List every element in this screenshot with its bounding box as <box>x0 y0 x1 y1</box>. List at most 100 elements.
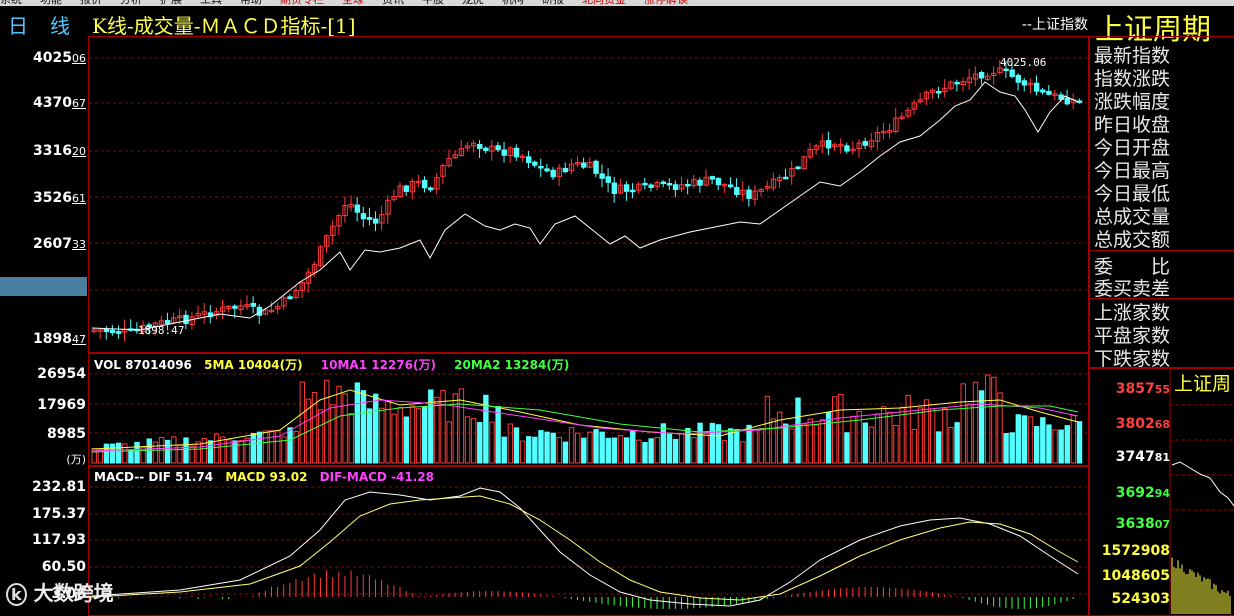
volume-bar <box>874 413 881 464</box>
candle-down <box>795 166 801 170</box>
volume-bar <box>532 436 538 464</box>
volume-bar <box>526 436 532 464</box>
volume-bar <box>972 381 979 464</box>
candle-down <box>599 173 605 179</box>
mini-price-line <box>1171 461 1234 507</box>
info-label: 今日开盘 <box>1094 137 1171 159</box>
candle-down <box>783 176 789 180</box>
price-moving-average-line <box>91 81 1079 331</box>
volume-bar <box>195 441 201 464</box>
candle-down <box>648 184 654 188</box>
volume-bar <box>256 431 263 464</box>
candle-down <box>373 218 379 224</box>
volume-bar <box>623 437 630 464</box>
volume-bar <box>434 396 440 464</box>
mini-price-label: 369294 <box>1115 485 1170 501</box>
volume-bar <box>1052 429 1058 464</box>
volume-bar <box>544 431 550 464</box>
volume-bar <box>960 383 966 464</box>
volume-bar <box>287 427 293 464</box>
volume-bar <box>501 436 507 464</box>
candle-down <box>672 184 679 191</box>
candle-down <box>495 145 501 151</box>
volume-bar <box>385 400 391 464</box>
volume-bar <box>893 425 899 464</box>
candle-down <box>532 161 538 166</box>
volume-bar <box>770 418 777 464</box>
volume-bar <box>734 429 740 464</box>
volume-bar <box>721 440 728 464</box>
volume-bar <box>513 427 520 464</box>
volume-bar <box>373 393 379 464</box>
candle-down <box>354 204 361 213</box>
mini-volume-label: 1572908 <box>1101 543 1170 559</box>
candle-down <box>501 149 507 156</box>
volume-bar <box>660 423 667 464</box>
volume-bar <box>317 409 324 464</box>
candle-down <box>825 140 832 149</box>
price-tick-label: 437067 <box>33 95 86 111</box>
candle-down <box>562 167 569 173</box>
vol-ma5: 5MA 10404(万) <box>204 358 303 372</box>
volume-bar <box>715 424 722 464</box>
volume-bar <box>1009 432 1015 464</box>
candle-down <box>1015 74 1022 83</box>
price-tick-label: 331620 <box>33 143 86 159</box>
candle-down <box>715 177 722 186</box>
volume-bar <box>844 432 850 464</box>
info-label: 委买卖差 <box>1094 278 1171 300</box>
volume-bar <box>929 408 936 464</box>
volume-bar <box>152 441 159 464</box>
volume-bar <box>360 390 367 464</box>
volume-bar <box>991 376 997 464</box>
vol-ma20: 20MA2 13284(万) <box>454 358 570 372</box>
volume-bar <box>783 423 789 464</box>
volume-bar <box>164 439 171 464</box>
candle-down <box>250 302 257 307</box>
volume-tick-label: 17969 <box>37 397 86 413</box>
candle-down <box>428 187 434 191</box>
volume-bar <box>146 438 152 464</box>
volume-bar <box>354 382 361 464</box>
candle-down <box>544 168 550 172</box>
volume-bar <box>379 407 385 464</box>
volume-bar <box>574 432 581 464</box>
volume-bar <box>899 406 905 464</box>
volume-bar <box>654 437 660 464</box>
volume-bar <box>1015 414 1022 464</box>
volume-bar <box>752 428 758 464</box>
volume-bar <box>581 437 587 464</box>
macd-diff: DIF-MACD -41.28 <box>319 470 434 484</box>
volume-bar <box>348 413 354 464</box>
volume-bar <box>201 437 208 464</box>
volume-bar <box>250 432 257 464</box>
candle-down <box>421 179 428 189</box>
volume-bar <box>587 431 593 464</box>
candle-down <box>630 189 636 193</box>
candle-down <box>666 183 673 186</box>
vol-ma10: 10MA1 12276(万) <box>320 358 436 372</box>
candle-down <box>1033 82 1040 92</box>
candle-down <box>1021 80 1028 86</box>
volume-bar <box>1021 415 1028 464</box>
price-tick-label: 260733 <box>33 236 86 252</box>
macd-legend: MACD-- DIF 51.74 MACD 93.02 DIF-MACD -41… <box>94 470 434 484</box>
candle-down <box>862 141 869 146</box>
candle-down <box>746 189 752 199</box>
volume-bar <box>268 430 275 464</box>
volume-bar <box>593 428 599 464</box>
volume-bar <box>1076 421 1083 464</box>
volume-bar <box>801 423 807 464</box>
volume-bar <box>538 430 544 464</box>
volume-tick-label: (万) <box>66 453 86 466</box>
volume-bar <box>409 405 416 464</box>
volume-bar <box>519 440 526 464</box>
volume-bar <box>954 422 960 464</box>
volume-bar <box>862 422 869 464</box>
price-tick-label: 352661 <box>33 190 86 206</box>
macd-tick-label: 175.37 <box>31 506 86 522</box>
mini-volume-label: 524303 <box>1111 591 1170 607</box>
volume-bar <box>232 440 238 464</box>
info-label: 最新指数 <box>1094 45 1171 67</box>
volume-bar <box>758 428 764 464</box>
